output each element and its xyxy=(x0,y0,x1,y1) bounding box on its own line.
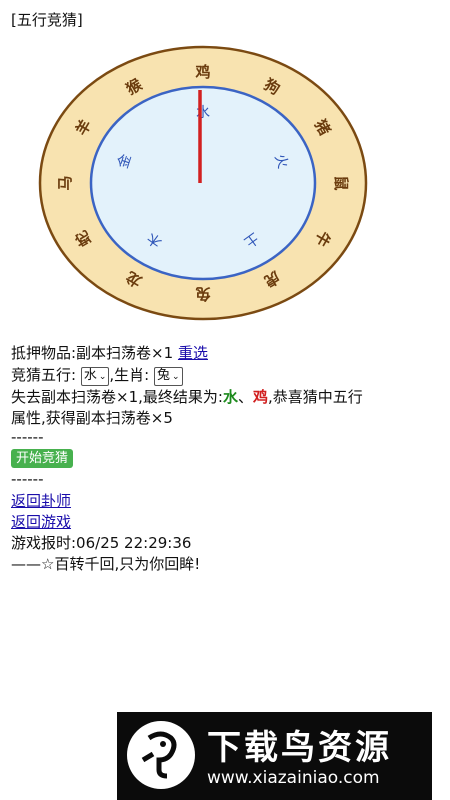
back-game-link[interactable]: 返回游戏 xyxy=(11,513,71,531)
zodiac-label-7: 兔 xyxy=(195,285,211,303)
zodiac-label-10: 马 xyxy=(56,175,74,190)
zodiac-label: ,生肖: xyxy=(109,366,150,384)
element-select[interactable]: 水 ⌄ xyxy=(80,367,110,386)
zodiac-select[interactable]: 兔 ⌄ xyxy=(154,367,183,386)
zodiac-label-1: 鸡 xyxy=(194,63,210,81)
bird-icon xyxy=(141,731,177,779)
banner-title: 下载鸟资源 xyxy=(207,728,392,768)
zodiac-wheel: 鸡狗猪鼠牛虎兔龙蛇马羊猴 水火土木金 xyxy=(38,45,368,321)
result-prefix: 失去副本扫荡卷×1,最终结果为: xyxy=(11,388,223,406)
watermark-banner: 下载鸟资源 www.xiazainiao.com xyxy=(117,712,432,800)
motto: ——☆百转千回,只为你回眸! xyxy=(11,555,201,573)
divider-2: ------ xyxy=(11,470,44,488)
result-separator: 、 xyxy=(237,388,253,406)
back-master-link[interactable]: 返回卦师 xyxy=(11,492,71,510)
element-label: 竞猜五行: xyxy=(11,366,77,384)
zodiac-label-4: 鼠 xyxy=(332,175,350,190)
result-line-1: 失去副本扫荡卷×1,最终结果为:水、鸡,恭喜猜中五行 xyxy=(11,386,363,407)
guess-line: 竞猜五行: 水 ⌄ ,生肖: 兔 ⌄ xyxy=(11,364,183,386)
back-game-line: 返回游戏 xyxy=(11,511,71,532)
start-guess-button[interactable]: 开始竞猜 xyxy=(11,449,74,468)
element-select-value: 水 xyxy=(83,368,97,383)
back-master-line: 返回卦师 xyxy=(11,490,71,511)
game-clock: 游戏报时:06/25 22:29:36 xyxy=(11,534,192,552)
page: [五行竞猜] 鸡狗猪鼠牛虎兔龙蛇马羊猴 水火土木金 抵押物品:副本扫荡卷×1 重… xyxy=(0,0,450,800)
zodiac-select-value: 兔 xyxy=(157,368,171,383)
bet-text: 抵押物品:副本扫荡卷×1 xyxy=(11,344,174,362)
result-zodiac: 鸡 xyxy=(252,388,268,406)
divider-1: ------ xyxy=(11,428,44,446)
page-title: [五行竞猜] xyxy=(11,11,83,29)
result-element: 水 xyxy=(222,388,238,406)
reselect-link[interactable]: 重选 xyxy=(178,344,208,362)
chevron-down-icon: ⌄ xyxy=(172,372,180,382)
result-suffix: ,恭喜猜中五行 xyxy=(267,388,363,406)
banner-url: www.xiazainiao.com xyxy=(207,768,380,788)
bet-line: 抵押物品:副本扫荡卷×1 重选 xyxy=(11,342,208,363)
chevron-down-icon: ⌄ xyxy=(98,372,107,382)
result-line-2: 属性,获得副本扫荡卷×5 xyxy=(11,409,173,427)
element-label-1: 水 xyxy=(196,105,210,121)
